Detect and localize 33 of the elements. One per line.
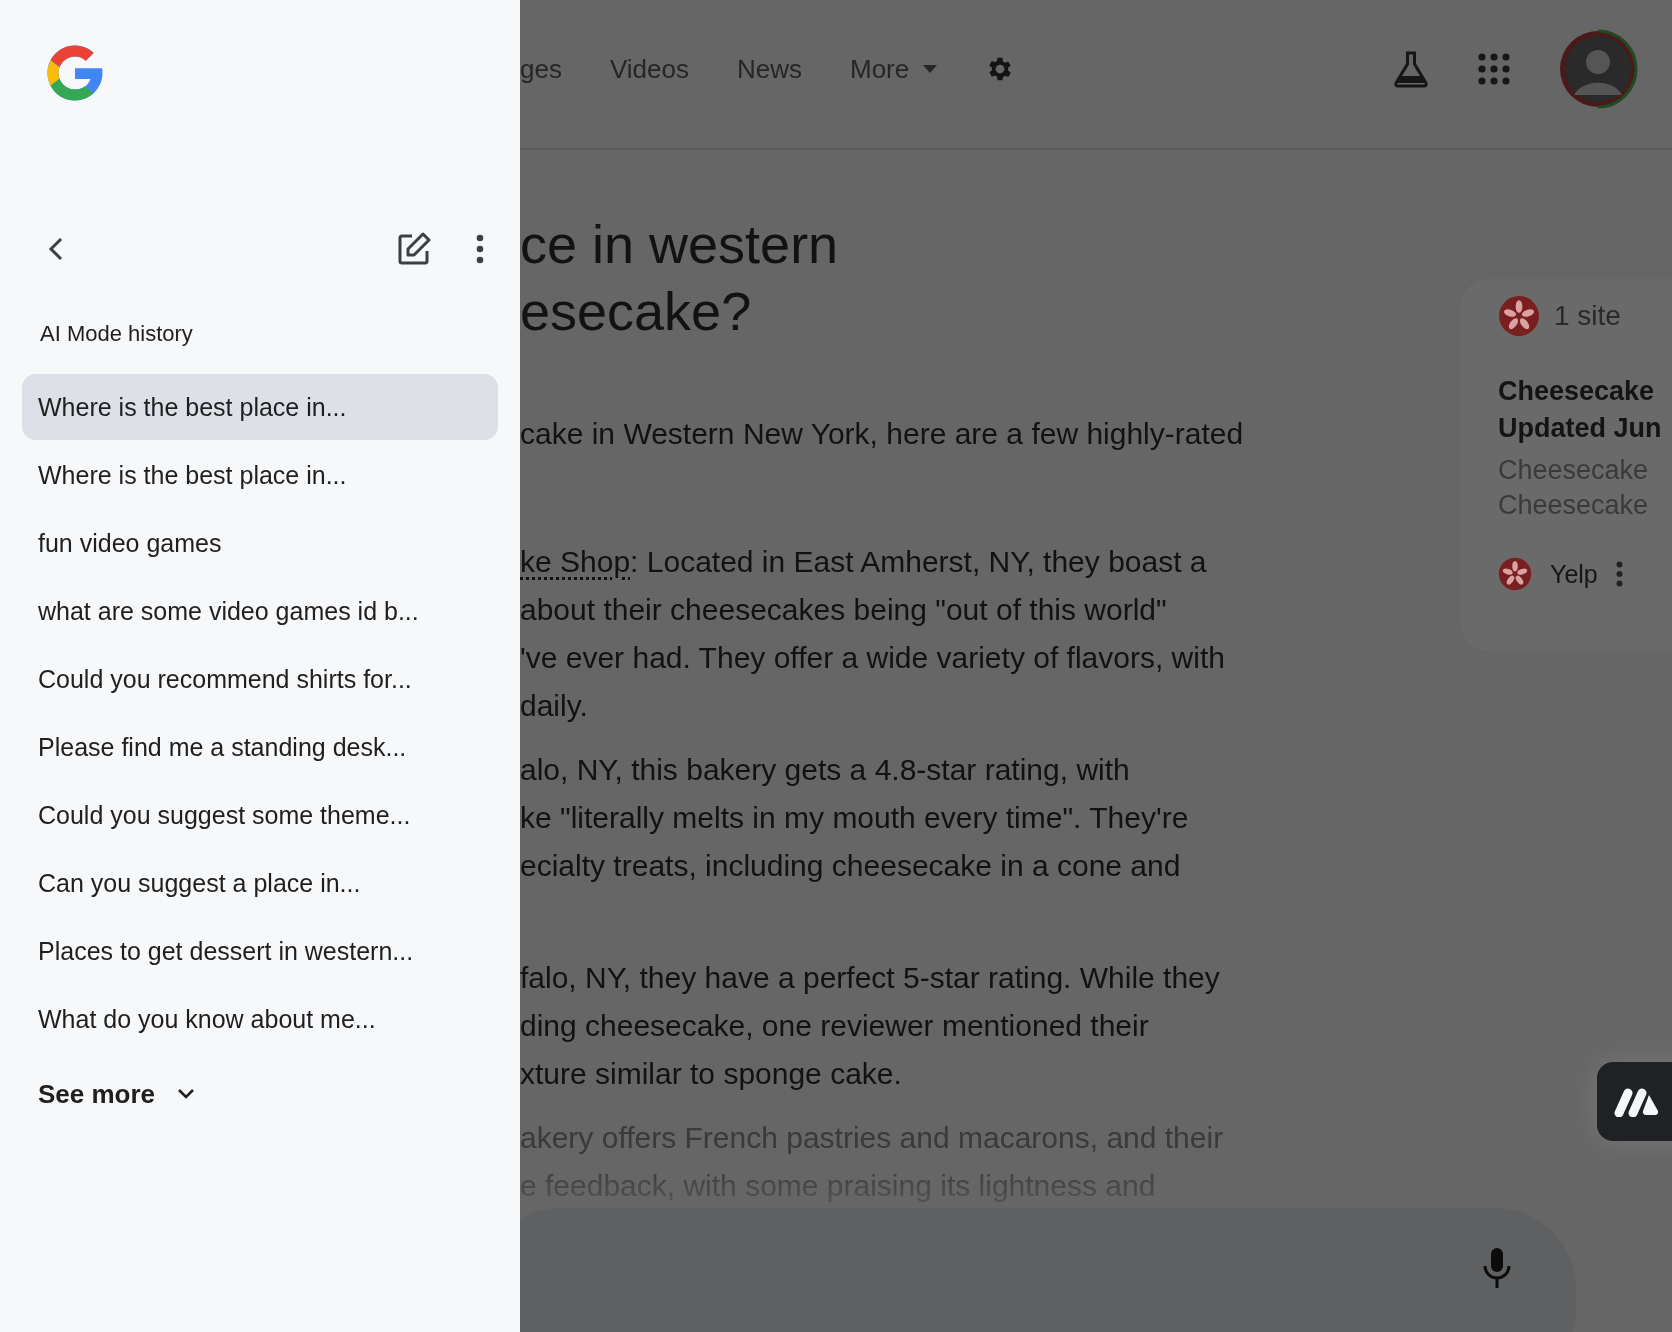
- site-count: 1 site: [1554, 300, 1621, 332]
- answer-heading: ce in western: [520, 213, 839, 276]
- edit-icon[interactable]: [396, 231, 432, 267]
- history-item[interactable]: Could you recommend shirts for...: [22, 646, 498, 712]
- site-logo-icon: [1498, 557, 1532, 591]
- site-name: Yelp: [1550, 559, 1598, 589]
- answer-paragraph: ke Shop: Located in East Amherst, NY, they boast a about their cheesecakes being "out of this world" 've ever had. They offer a wide variety of flavors, with daily.: [520, 544, 1225, 724]
- history-item[interactable]: Can you suggest a place in...: [22, 850, 498, 916]
- app-logo-icon: [1613, 1086, 1661, 1117]
- answer-paragraph: cake in Western New York, here are a few highly-rated: [520, 416, 1244, 452]
- history-item[interactable]: What do you know about me...: [22, 986, 498, 1052]
- history-item[interactable]: fun video games: [22, 510, 498, 576]
- see-more-button[interactable]: See more: [38, 1070, 196, 1118]
- answer-heading: esecake?: [520, 280, 752, 343]
- source-title: Updated Jun: [1498, 412, 1662, 445]
- source-title: Cheesecake: [1498, 375, 1655, 408]
- avatar-icon[interactable]: [1558, 29, 1638, 109]
- microphone-icon[interactable]: [1482, 1246, 1512, 1290]
- answer-paragraph: falo, NY, they have a perfect 5-star rating. While they ding cheesecake, one reviewer mentioned their xture similar to sponge cake.: [520, 960, 1220, 1092]
- site-logo-icon: [1498, 295, 1540, 337]
- apps-grid-icon[interactable]: [1478, 53, 1510, 85]
- flask-icon[interactable]: [1392, 50, 1430, 88]
- answer-paragraph: alo, NY, this bakery gets a 4.8-star rating, with ke "literally melts in my mouth every time". They're ecialty treats, including cheesecake in a cone and: [520, 752, 1189, 884]
- chevron-down-icon: [177, 1088, 196, 1100]
- more-icon[interactable]: [476, 234, 484, 264]
- history-item[interactable]: Places to get dessert in western...: [22, 918, 498, 984]
- history-item[interactable]: what are some video games id b...: [22, 578, 498, 644]
- history-item[interactable]: Please find me a standing desk...: [22, 714, 498, 780]
- history-item[interactable]: Could you suggest some theme...: [22, 782, 498, 848]
- caret-down-icon: [923, 65, 938, 73]
- history-item[interactable]: Where is the best place in...: [22, 374, 498, 440]
- history-title: AI Mode history: [40, 320, 194, 348]
- history-item[interactable]: Where is the best place in...: [22, 442, 498, 508]
